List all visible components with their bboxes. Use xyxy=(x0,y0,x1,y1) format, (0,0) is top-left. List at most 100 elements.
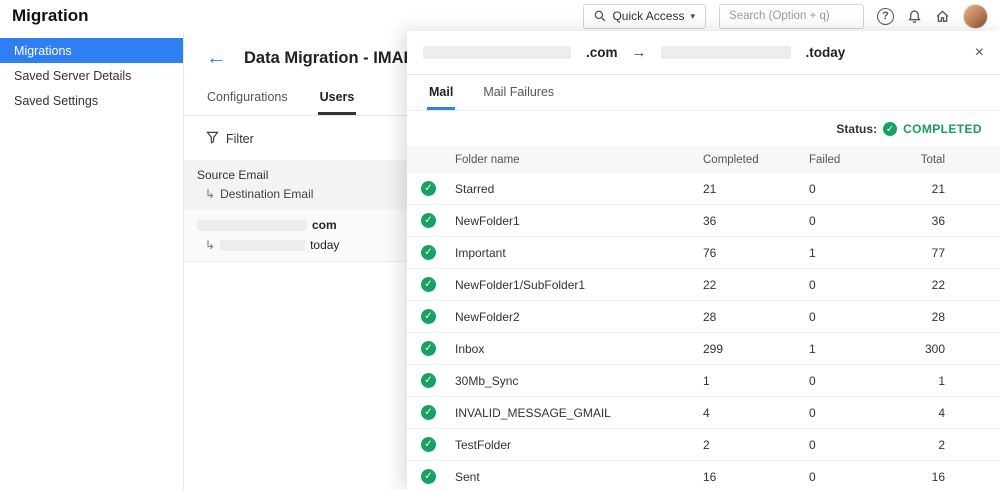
table-row[interactable]: ✓ INVALID_MESSAGE_GMAIL 4 0 4 xyxy=(407,397,1000,429)
failed-count: 0 xyxy=(809,310,909,324)
tab-configurations[interactable]: Configurations xyxy=(205,84,290,115)
folder-table-header: Folder name Completed Failed Total xyxy=(407,146,1000,173)
failed-count: 0 xyxy=(809,406,909,420)
back-arrow-icon[interactable]: ← xyxy=(206,48,226,68)
col-total: Total xyxy=(909,154,945,166)
total-count: 4 xyxy=(909,406,945,420)
col-completed: Completed xyxy=(703,154,809,166)
table-row[interactable]: ✓ NewFolder1 36 0 36 xyxy=(407,205,1000,237)
status-badge: COMPLETED xyxy=(903,122,982,136)
tab-mail[interactable]: Mail xyxy=(427,75,455,110)
table-row[interactable]: ✓ NewFolder2 28 0 28 xyxy=(407,301,1000,333)
table-row[interactable]: ✓ Sent 16 0 16 xyxy=(407,461,1000,490)
redacted-destination-email xyxy=(220,240,305,251)
redacted-source-email xyxy=(423,46,571,59)
help-icon[interactable]: ? xyxy=(877,8,894,25)
success-check-icon: ✓ xyxy=(421,309,436,324)
page-title: Data Migration - IMAP xyxy=(244,49,415,68)
sidebar-item-saved-server-details[interactable]: Saved Server Details xyxy=(0,63,183,88)
folder-name: Inbox xyxy=(455,342,703,356)
folder-name: Important xyxy=(455,246,703,260)
failed-count: 0 xyxy=(809,470,909,484)
success-check-icon: ✓ xyxy=(421,245,436,260)
quick-access-label: Quick Access xyxy=(612,9,684,23)
success-check-icon: ✓ xyxy=(421,373,436,388)
total-count: 77 xyxy=(909,246,945,260)
sidebar-item-label: Saved Server Details xyxy=(14,69,131,83)
folder-name: TestFolder xyxy=(455,438,703,452)
close-icon[interactable]: × xyxy=(975,45,984,61)
topbar: Migration Quick Access ▾ ? xyxy=(0,0,1000,32)
table-row[interactable]: ✓ Inbox 299 1 300 xyxy=(407,333,1000,365)
completed-count: 2 xyxy=(703,438,809,452)
completed-count: 4 xyxy=(703,406,809,420)
folder-table-body: ✓ Starred 21 0 21 ✓ NewFolder1 36 0 36 ✓… xyxy=(407,173,1000,490)
destination-email-visible: .today xyxy=(806,45,846,60)
success-check-icon: ✓ xyxy=(421,437,436,452)
col-failed: Failed xyxy=(809,154,909,166)
quick-access-button[interactable]: Quick Access ▾ xyxy=(583,4,706,29)
table-row[interactable]: ✓ 30Mb_Sync 1 0 1 xyxy=(407,365,1000,397)
folder-name: NewFolder1 xyxy=(455,214,703,228)
completed-count: 22 xyxy=(703,278,809,292)
sub-arrow-icon: ↳ xyxy=(205,238,215,252)
filter-funnel-icon xyxy=(206,131,219,147)
migration-detail-panel: .com → .today × Mail Mail Failures Statu… xyxy=(407,31,1000,490)
source-email-visible: .com xyxy=(586,45,618,60)
status-label: Status: xyxy=(836,122,877,136)
failed-count: 0 xyxy=(809,214,909,228)
redacted-source-email xyxy=(197,220,307,231)
failed-count: 0 xyxy=(809,182,909,196)
success-check-icon: ✓ xyxy=(421,277,436,292)
success-check-icon: ✓ xyxy=(421,341,436,356)
folder-name: Sent xyxy=(455,470,703,484)
completed-count: 299 xyxy=(703,342,809,356)
destination-email-header-label: Destination Email xyxy=(220,187,313,201)
failed-count: 1 xyxy=(809,246,909,260)
home-icon[interactable] xyxy=(935,9,950,24)
failed-count: 0 xyxy=(809,278,909,292)
total-count: 28 xyxy=(909,310,945,324)
folder-name: INVALID_MESSAGE_GMAIL xyxy=(455,406,703,420)
destination-email-visible: today xyxy=(310,238,339,252)
search-icon xyxy=(594,10,606,22)
folder-name: Starred xyxy=(455,182,703,196)
col-folder-name: Folder name xyxy=(455,154,703,166)
topbar-actions: Quick Access ▾ ? xyxy=(583,4,988,29)
tab-mail-failures[interactable]: Mail Failures xyxy=(481,75,556,110)
source-email-visible: com xyxy=(312,218,337,232)
completed-count: 1 xyxy=(703,374,809,388)
user-avatar[interactable] xyxy=(963,4,988,29)
total-count: 2 xyxy=(909,438,945,452)
sidebar-item-migrations[interactable]: Migrations xyxy=(0,38,183,63)
tab-users[interactable]: Users xyxy=(318,84,357,115)
total-count: 16 xyxy=(909,470,945,484)
completed-count: 36 xyxy=(703,214,809,228)
notifications-bell-icon[interactable] xyxy=(907,9,922,24)
panel-header: .com → .today × xyxy=(407,31,1000,75)
sidebar: Migrations Saved Server Details Saved Se… xyxy=(0,32,184,490)
sub-arrow-icon: ↳ xyxy=(205,187,215,201)
table-row[interactable]: ✓ NewFolder1/SubFolder1 22 0 22 xyxy=(407,269,1000,301)
status-row: Status: ✓ COMPLETED xyxy=(407,111,1000,146)
search-input[interactable] xyxy=(719,4,864,29)
success-check-icon: ✓ xyxy=(421,469,436,484)
sidebar-item-saved-settings[interactable]: Saved Settings xyxy=(0,88,183,113)
failed-count: 1 xyxy=(809,342,909,356)
success-check-icon: ✓ xyxy=(421,213,436,228)
sidebar-item-label: Migrations xyxy=(14,44,72,58)
arrow-right-icon: → xyxy=(632,44,647,61)
table-row[interactable]: ✓ Important 76 1 77 xyxy=(407,237,1000,269)
sidebar-item-label: Saved Settings xyxy=(14,94,98,108)
status-check-icon: ✓ xyxy=(883,122,897,136)
folder-name: NewFolder1/SubFolder1 xyxy=(455,278,703,292)
folder-name: NewFolder2 xyxy=(455,310,703,324)
failed-count: 0 xyxy=(809,438,909,452)
chevron-down-icon: ▾ xyxy=(690,11,695,22)
table-row[interactable]: ✓ TestFolder 2 0 2 xyxy=(407,429,1000,461)
table-row[interactable]: ✓ Starred 21 0 21 xyxy=(407,173,1000,205)
completed-count: 16 xyxy=(703,470,809,484)
app-title: Migration xyxy=(12,6,89,26)
folder-name: 30Mb_Sync xyxy=(455,374,703,388)
failed-count: 0 xyxy=(809,374,909,388)
